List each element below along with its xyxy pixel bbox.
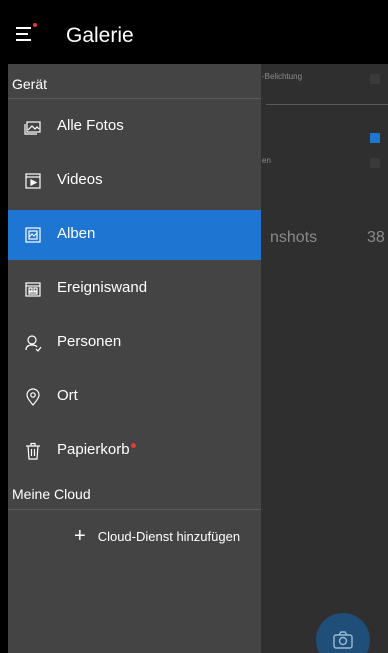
bg-divider — [266, 104, 388, 105]
bg-album-count: 38 — [367, 229, 385, 246]
bg-setting-label-2: en — [262, 156, 271, 165]
bg-album-label: nshots — [270, 229, 318, 246]
add-cloud-service-label: Cloud-Dienst hinzufügen — [97, 528, 241, 544]
drawer-item-personen[interactable]: Personen — [8, 318, 261, 368]
drawer-item-label-wrap: Papierkorb — [57, 441, 136, 458]
drawer-item-label: Ort — [57, 387, 78, 404]
drawer-item-label: Ereigniswand — [57, 279, 148, 296]
app-title: Galerie — [66, 24, 134, 47]
add-cloud-service-button[interactable]: + Cloud-Dienst hinzufügen — [74, 524, 240, 548]
menu-icon[interactable] — [16, 23, 38, 46]
section-divider — [8, 509, 261, 510]
section-header-cloud: Meine Cloud — [12, 486, 91, 502]
drawer-item-label: Videos — [57, 171, 103, 188]
drawer-item-label: Alle Fotos — [57, 117, 124, 134]
bg-checkbox-3 — [370, 158, 380, 168]
drawer-item-label: Alben — [57, 225, 96, 242]
person-icon — [24, 334, 42, 352]
drawer-item-label: Personen — [57, 333, 122, 350]
screen: -Belichtung en nshots 38 Galerie Gerät A… — [0, 0, 388, 653]
location-pin-icon — [24, 388, 42, 406]
event-wall-icon — [24, 280, 42, 298]
section-header-device: Gerät — [12, 76, 48, 92]
drawer-item-ort[interactable]: Ort — [8, 372, 261, 422]
camera-icon — [333, 631, 353, 649]
bg-setting-label-1: -Belichtung — [262, 72, 303, 81]
bg-checkbox-2 — [370, 133, 380, 143]
drawer-item-ereigniswand[interactable]: Ereigniswand — [8, 264, 261, 314]
trash-icon — [24, 442, 42, 460]
plus-icon: + — [74, 525, 86, 547]
photos-icon — [24, 118, 42, 136]
navigation-drawer: Gerät Alle Fotos Videos Alben Ereigniswa… — [8, 64, 261, 653]
app-bar: Galerie — [8, 8, 388, 64]
drawer-item-alle-fotos[interactable]: Alle Fotos — [8, 102, 261, 152]
drawer-item-videos[interactable]: Videos — [8, 156, 261, 206]
notification-dot-icon — [33, 23, 37, 27]
drawer-item-label: Papierkorb — [57, 441, 130, 458]
drawer-item-papierkorb[interactable]: Papierkorb — [8, 426, 261, 476]
album-icon — [24, 226, 42, 244]
bg-checkbox-1 — [370, 74, 380, 84]
drawer-item-alben[interactable]: Alben — [8, 210, 261, 260]
video-icon — [24, 172, 42, 190]
section-divider — [8, 98, 261, 99]
new-badge-dot-icon — [130, 443, 136, 448]
